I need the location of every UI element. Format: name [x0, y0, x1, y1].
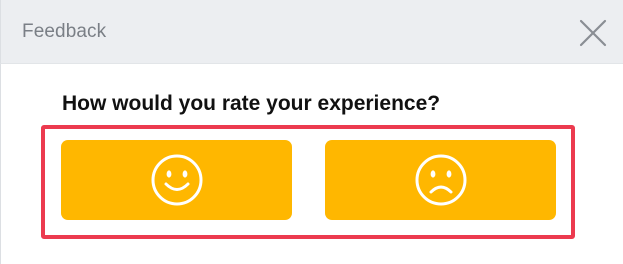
rating-question: How would you rate your experience?	[62, 92, 441, 115]
smiley-face-icon	[150, 153, 204, 207]
close-icon	[575, 15, 611, 51]
positive-rating-button[interactable]	[61, 140, 292, 220]
feedback-dialog: Feedback How would you rate your experie…	[0, 0, 623, 264]
dialog-header: Feedback	[0, 0, 623, 64]
close-button[interactable]	[575, 15, 611, 51]
sad-face-icon	[414, 153, 468, 207]
negative-rating-button[interactable]	[325, 140, 556, 220]
dialog-title: Feedback	[22, 21, 107, 42]
